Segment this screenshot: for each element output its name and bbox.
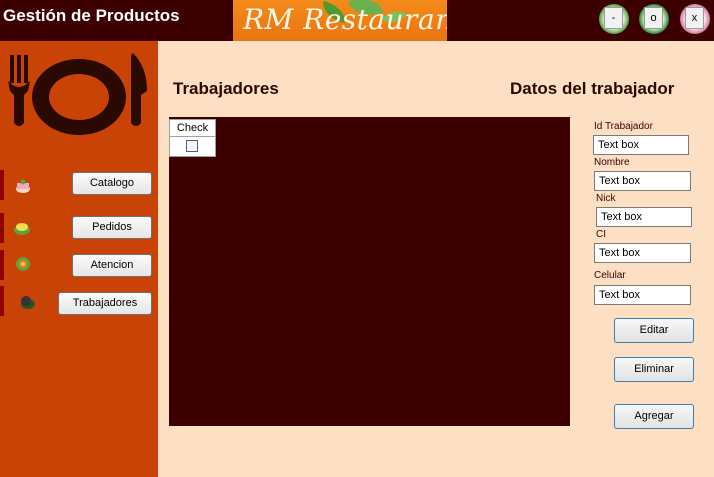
page-title: Trabajadores	[173, 79, 279, 98]
food-plate-icon	[14, 223, 30, 235]
maximize-label: o	[644, 7, 663, 29]
field-label-ci: CI	[596, 229, 606, 240]
row-checkbox[interactable]	[186, 140, 198, 152]
brand-logo: RM Restaurant	[233, 0, 447, 41]
sidebar-marker	[0, 170, 4, 200]
cake-icon	[16, 179, 30, 193]
maximize-button[interactable]: o	[639, 4, 669, 34]
field-label-nombre: Nombre	[594, 157, 630, 168]
sidebar-item-pedidos[interactable]: Pedidos	[72, 216, 152, 239]
sidebar-marker	[0, 250, 4, 280]
field-label-id: Id Trabajador	[594, 121, 653, 132]
delete-button[interactable]: Eliminar	[614, 357, 694, 382]
ci-field[interactable]: Text box	[594, 243, 691, 263]
nombre-field[interactable]: Text box	[594, 171, 691, 191]
window-title: Gestión de Productos	[3, 6, 180, 25]
close-label: x	[685, 7, 704, 29]
field-label-nick: Nick	[596, 193, 616, 204]
workers-grid[interactable]: Check	[169, 117, 570, 426]
salad-icon	[16, 257, 30, 271]
grid-column-header-check[interactable]: Check	[169, 119, 216, 137]
sidebar-marker	[0, 286, 4, 316]
sidebar-item-catalogo[interactable]: Catalogo	[72, 172, 152, 195]
nick-field[interactable]: Text box	[596, 207, 692, 227]
edit-button[interactable]: Editar	[614, 318, 694, 343]
sidebar-item-trabajadores[interactable]: Trabajadores	[58, 292, 152, 315]
close-button[interactable]: x	[680, 4, 710, 34]
field-label-celular: Celular	[594, 270, 626, 281]
plate-cutlery-icon	[8, 53, 147, 135]
id-trabajador-field[interactable]: Text box	[593, 135, 689, 155]
sidebar-item-atencion[interactable]: Atencion	[72, 254, 152, 277]
title-bar: Gestión de Productos RM Restaurant - o x	[0, 0, 714, 41]
worker-icon	[21, 296, 35, 309]
minimize-button[interactable]: -	[599, 4, 629, 34]
details-title: Datos del trabajador	[510, 79, 675, 98]
minimize-label: -	[604, 7, 623, 29]
celular-field[interactable]: Text box	[594, 285, 691, 305]
add-button[interactable]: Agregar	[614, 404, 694, 429]
brand-text: RM Restaurant	[243, 3, 447, 36]
table-row[interactable]	[169, 137, 216, 157]
sidebar-marker	[0, 213, 4, 243]
sidebar: Catalogo Pedidos Atencion Trabajadores	[0, 41, 158, 477]
